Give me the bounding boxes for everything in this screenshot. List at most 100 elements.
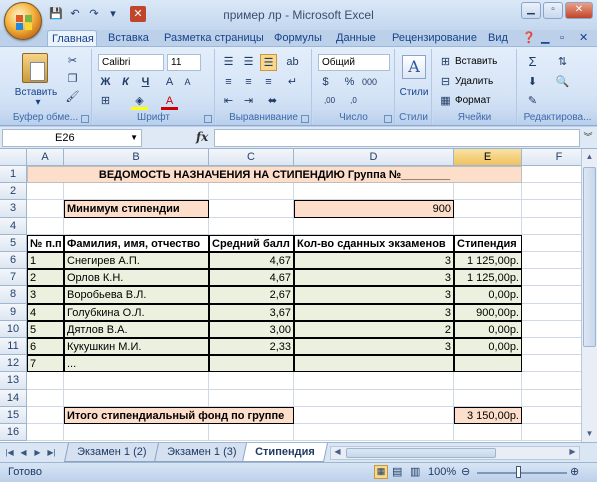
stipend-cell[interactable]: 0,00р. [454, 320, 522, 338]
grid-cell[interactable] [27, 217, 64, 235]
clear-icon[interactable]: ✎ [524, 93, 541, 110]
grid-cell[interactable] [27, 406, 64, 424]
grid-cell[interactable] [64, 372, 209, 390]
zoom-slider-thumb[interactable] [516, 466, 521, 478]
delete-cells-icon[interactable]: ⊟ [437, 74, 454, 91]
grid-cell[interactable] [209, 217, 294, 235]
grid-cell[interactable] [294, 183, 454, 201]
average-score-cell[interactable]: 2,67 [209, 286, 294, 304]
exam-count-cell[interactable]: 3 [294, 269, 454, 287]
exam-count-cell[interactable]: 2 [294, 320, 454, 338]
tab-view[interactable]: Вид [484, 30, 512, 47]
grid-cell[interactable] [64, 217, 209, 235]
format-painter-icon[interactable]: 🖌 [64, 89, 81, 106]
stipend-cell[interactable]: 0,00р. [454, 338, 522, 356]
tab-home[interactable]: Главная [47, 30, 97, 47]
zoom-slider[interactable] [477, 472, 567, 474]
paste-icon[interactable] [22, 53, 48, 83]
row-number-cell[interactable]: 6 [27, 338, 64, 356]
student-name-cell[interactable]: Снегирев А.П. [64, 252, 209, 270]
borders-icon[interactable]: ⊞ [97, 93, 114, 110]
font-dialog-launcher-icon[interactable] [204, 115, 212, 123]
orientation-icon[interactable]: ab [284, 54, 301, 71]
column-header-b[interactable]: B [64, 149, 209, 166]
grid-cell[interactable] [294, 217, 454, 235]
vertical-scrollbar[interactable]: ▲ ▼ [581, 149, 597, 442]
grid-cell[interactable] [64, 183, 209, 201]
vertical-scroll-thumb[interactable] [583, 167, 596, 347]
undo-icon[interactable]: ↶ [67, 6, 83, 22]
tab-formulas[interactable]: Формулы [270, 30, 326, 47]
grid-cell[interactable] [294, 406, 454, 424]
student-name-cell[interactable]: Голубкина О.Л. [64, 303, 209, 321]
delete-cells-button[interactable]: Удалить [455, 74, 493, 91]
minimize-button[interactable]: ▁ [521, 2, 541, 19]
tab-insert[interactable]: Вставка [104, 30, 153, 47]
sheet-tab-exam-2[interactable]: Экзамен 1 (2) [63, 443, 160, 462]
zoom-level[interactable]: 100% [428, 466, 456, 478]
prev-sheet-icon[interactable]: ◀ [18, 446, 29, 459]
grid-cell[interactable] [64, 424, 209, 442]
grid-cell[interactable] [27, 183, 64, 201]
clipboard-dialog-launcher-icon[interactable] [81, 115, 89, 123]
column-header-e[interactable]: E [454, 149, 522, 166]
stipend-cell[interactable]: 900,00р. [454, 303, 522, 321]
grid-cell[interactable] [209, 200, 294, 218]
close-button[interactable]: ✕ [565, 2, 593, 19]
row-header-3[interactable]: 3 [0, 200, 27, 218]
grid-cell[interactable] [27, 372, 64, 390]
select-all-corner[interactable] [0, 149, 27, 166]
total-fund-value[interactable]: 3 150,00р. [454, 406, 522, 424]
merge-center-icon[interactable]: ⬌ [264, 93, 281, 110]
grid-cell[interactable] [294, 372, 454, 390]
exam-count-cell[interactable] [294, 355, 454, 373]
italic-button[interactable]: К [117, 74, 134, 91]
student-name-cell[interactable]: Воробьева В.Л. [64, 286, 209, 304]
currency-format-icon[interactable]: $ [317, 74, 334, 91]
grid-cell[interactable] [454, 389, 522, 407]
table-header-cell[interactable]: Средний балл [209, 234, 294, 252]
row-header-13[interactable]: 13 [0, 372, 27, 390]
total-fund-label[interactable]: Итого стипендиальный фонд по группе [64, 406, 294, 424]
next-sheet-icon[interactable]: ▶ [32, 446, 43, 459]
zoom-out-icon[interactable]: ⊖ [461, 465, 470, 478]
row-header-16[interactable]: 16 [0, 424, 27, 442]
row-header-9[interactable]: 9 [0, 303, 27, 321]
stipend-cell[interactable] [454, 355, 522, 373]
insert-function-icon[interactable]: fx [196, 130, 208, 144]
min-stipend-value[interactable]: 900 [294, 200, 454, 218]
row-number-cell[interactable]: 7 [27, 355, 64, 373]
name-box[interactable]: E26 ▼ [2, 129, 142, 147]
bold-button[interactable]: Ж [97, 74, 114, 91]
number-dialog-launcher-icon[interactable] [384, 115, 392, 123]
first-sheet-icon[interactable]: |◀ [4, 446, 15, 459]
shrink-font-icon[interactable]: A [179, 74, 196, 91]
min-stipend-label[interactable]: Минимум стипендии [64, 200, 209, 218]
sheet-tab-stipend[interactable]: Стипендия [241, 443, 328, 462]
row-header-12[interactable]: 12 [0, 355, 27, 373]
student-name-cell[interactable]: Дятлов В.А. [64, 320, 209, 338]
grow-font-icon[interactable]: A [161, 74, 178, 91]
paste-dropdown-icon[interactable]: ▾ [10, 95, 66, 112]
maximize-button[interactable]: ▫ [543, 2, 563, 19]
table-header-cell[interactable]: Стипендия [454, 234, 522, 252]
row-header-14[interactable]: 14 [0, 389, 27, 407]
decrease-indent-icon[interactable]: ⇤ [220, 93, 237, 110]
name-box-dropdown-icon[interactable]: ▼ [130, 130, 138, 146]
student-name-cell[interactable]: Кукушкин М.И. [64, 338, 209, 356]
grid-cell[interactable] [27, 200, 64, 218]
ribbon-restore-icon[interactable]: ▫ [556, 30, 568, 47]
tab-review[interactable]: Рецензирование [388, 30, 481, 47]
grid-cell[interactable] [294, 424, 454, 442]
cut-icon[interactable]: ✂ [64, 53, 81, 70]
average-score-cell[interactable] [209, 355, 294, 373]
align-top-icon[interactable]: ☰ [220, 54, 237, 71]
table-header-cell[interactable]: № п.п [27, 234, 64, 252]
average-score-cell[interactable]: 3,00 [209, 320, 294, 338]
row-header-2[interactable]: 2 [0, 183, 27, 201]
average-score-cell[interactable]: 4,67 [209, 269, 294, 287]
exam-count-cell[interactable]: 3 [294, 286, 454, 304]
column-header-c[interactable]: C [209, 149, 294, 166]
align-bottom-icon[interactable]: ☰ [260, 54, 277, 71]
row-number-cell[interactable]: 1 [27, 252, 64, 270]
